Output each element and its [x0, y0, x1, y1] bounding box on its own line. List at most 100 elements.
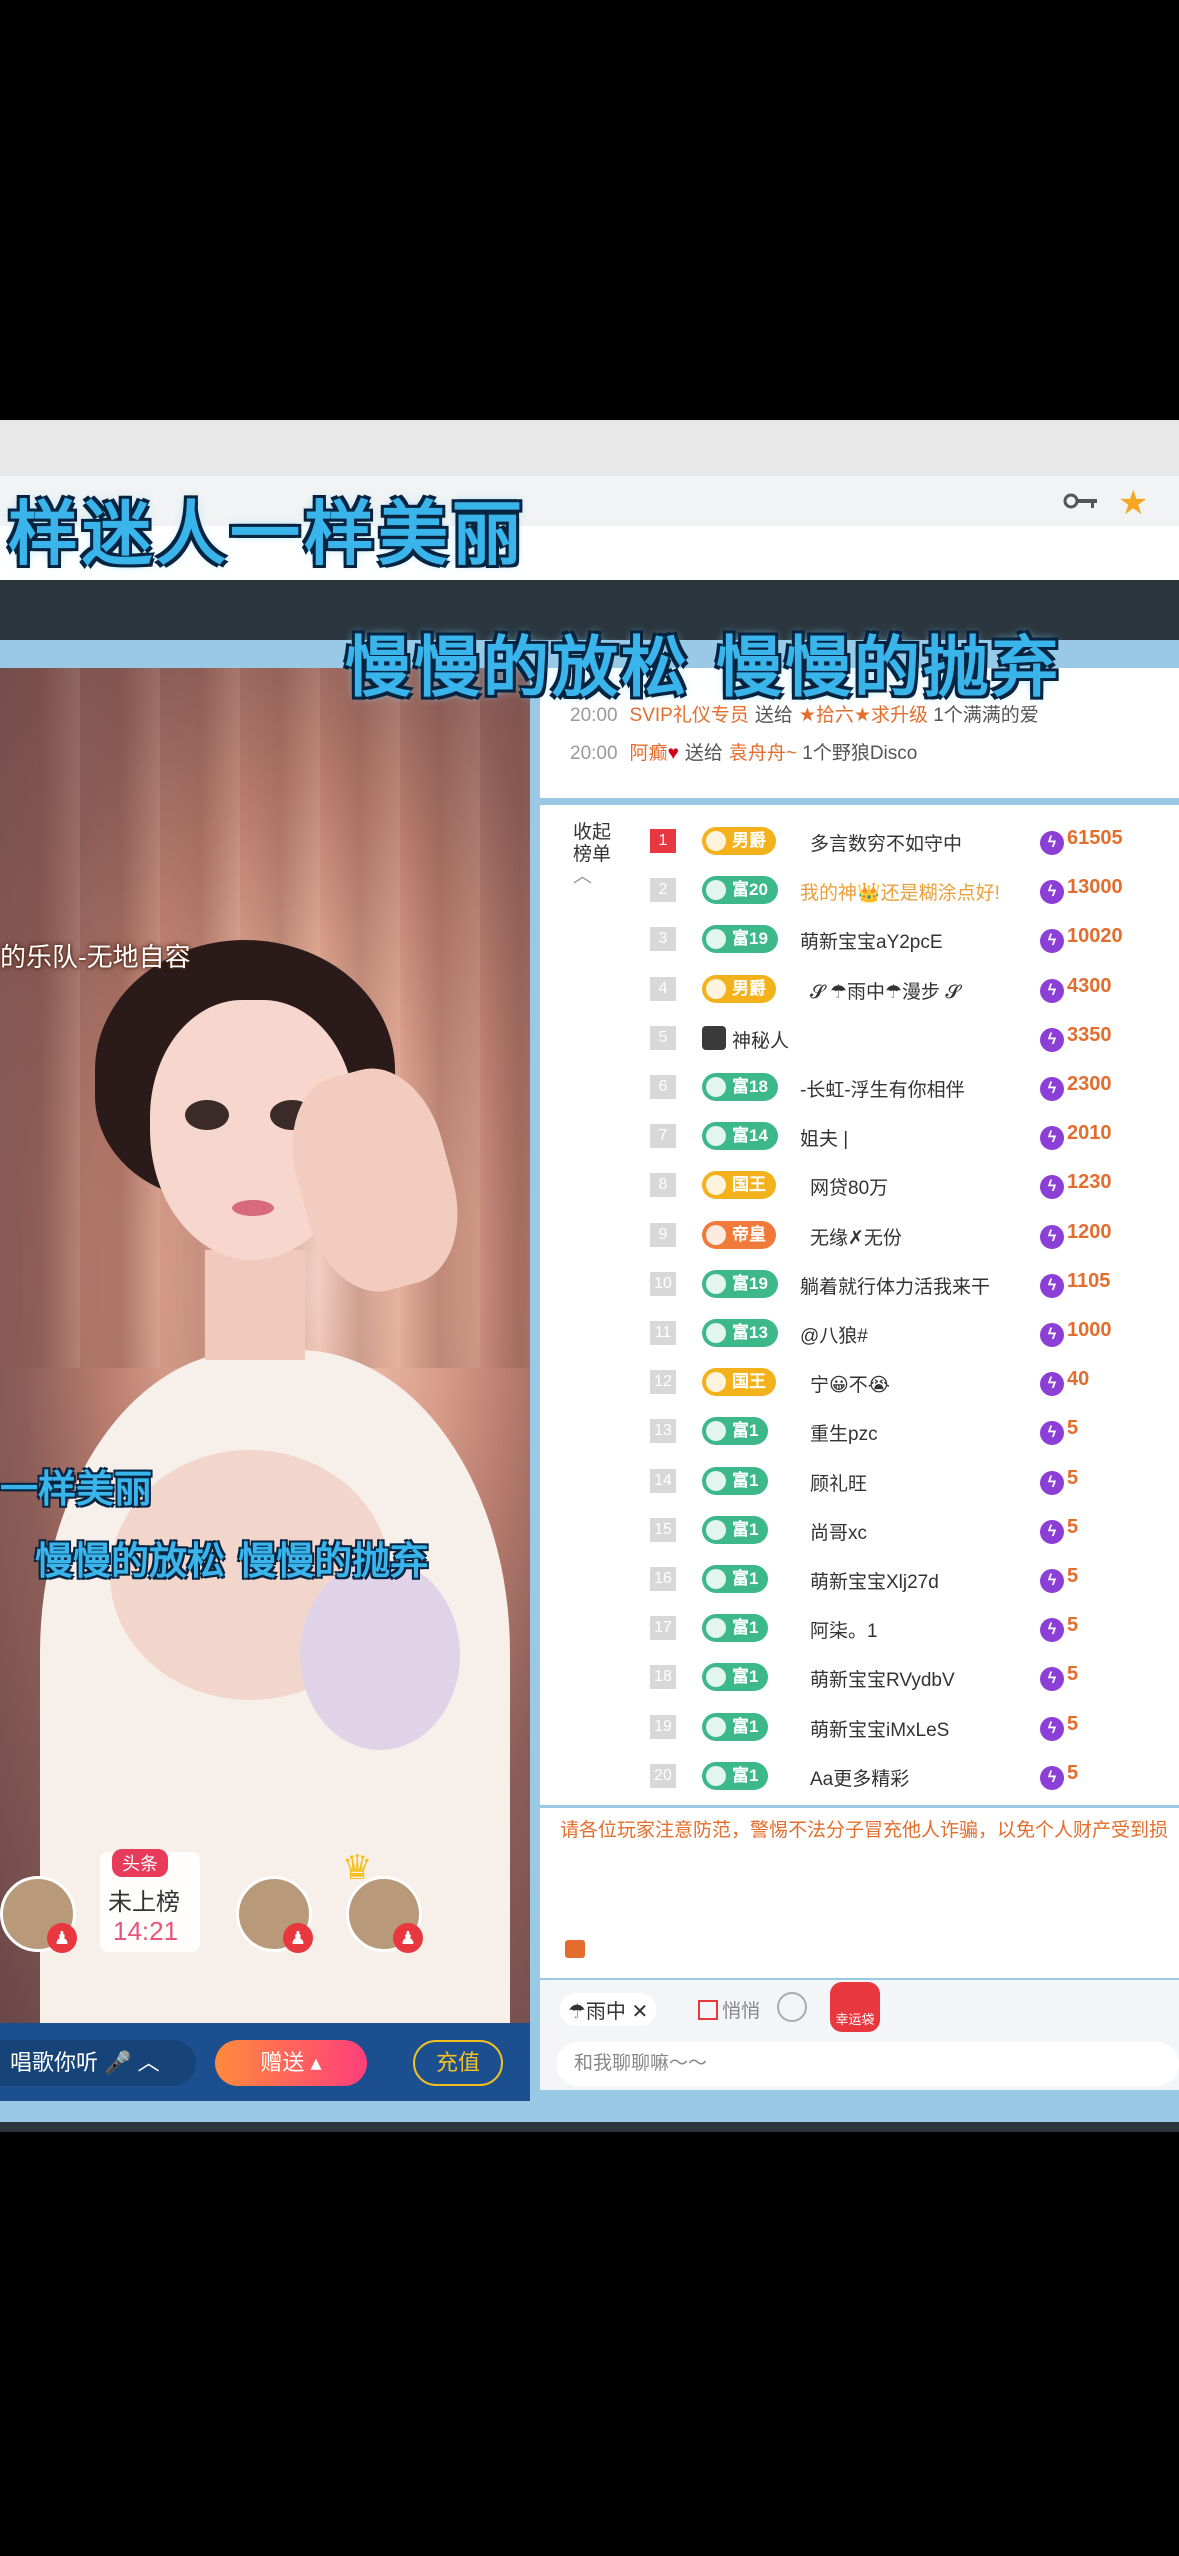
lightning-icon: ϟ [1040, 1470, 1064, 1495]
rank-score-value: 3350 [1067, 1023, 1112, 1046]
sofa-icon: ♟ [283, 1923, 313, 1953]
rank-user-name[interactable]: 我的神👑还是糊涂点好! [800, 878, 1000, 905]
bookmark-star-icon[interactable]: ★ [1118, 483, 1148, 523]
rank-user-name[interactable]: 顾礼旺 [810, 1469, 867, 1496]
plush-toy [300, 1560, 460, 1750]
lightning-icon: ϟ [1040, 880, 1064, 905]
ranking-row[interactable]: 18 富1 萌新宝宝RVydbV ϟ 5 [540, 1653, 1179, 1702]
rank-user-name[interactable]: 尚哥xc [810, 1518, 867, 1545]
rank-level-badge: 富1 [702, 1663, 769, 1692]
rank-level-badge: 富19 [702, 925, 778, 954]
ranking-row[interactable]: 16 富1 萌新宝宝Xlj27d ϟ 5 [540, 1555, 1179, 1604]
rank-number: 19 [650, 1714, 676, 1739]
ranking-row[interactable]: 5 神秘人 ϟ 3350 [540, 1014, 1179, 1063]
sofa-icon: ♟ [47, 1923, 77, 1953]
rank-number: 10 [650, 1271, 676, 1296]
ranking-row[interactable]: 8 国王 网贷80万 ϟ 1230 [540, 1161, 1179, 1210]
ranking-row[interactable]: 10 富19 躺着就行体力活我来干 ϟ 1105 [540, 1260, 1179, 1309]
rank-user-name[interactable]: Aa更多精彩 [810, 1764, 909, 1791]
rank-user-name[interactable]: @八狼# [800, 1321, 868, 1348]
ranking-row[interactable]: 13 富1 重生pzc ϟ 5 [540, 1407, 1179, 1456]
gift-send-button[interactable]: 赠送 ▴ [215, 2040, 367, 2086]
rank-user-name[interactable]: 姐夫 | [800, 1124, 848, 1151]
rank-score-value: 10020 [1067, 925, 1123, 948]
rank-user-name[interactable]: 躺着就行体力活我来干 [800, 1272, 990, 1299]
chat-target-chip[interactable]: ☂雨中 ✕ [560, 1993, 657, 2026]
speaker-icon[interactable] [565, 1940, 585, 1958]
rank-user-name[interactable]: 神秘人 [732, 1026, 789, 1053]
rank-user-name[interactable]: 重生pzc [810, 1419, 878, 1446]
ranking-row[interactable]: 14 富1 顾礼旺 ϟ 5 [540, 1457, 1179, 1506]
ranking-row[interactable]: 20 富1 Aa更多精彩 ϟ 5 [540, 1752, 1179, 1801]
feed-receiver[interactable]: 袁舟舟~ [729, 743, 797, 764]
rank-score-value: 5 [1067, 1565, 1079, 1587]
ranking-row[interactable]: 7 富14 姐夫 | ϟ 2010 [540, 1112, 1179, 1161]
rank-user-name[interactable]: 萌新宝宝Xlj27d [810, 1567, 939, 1594]
ranking-row[interactable]: 1 男爵 多言数穷不如守中 ϟ 61505 [540, 817, 1179, 866]
rank-score: ϟ5 [1040, 1762, 1078, 1790]
rank-number: 14 [650, 1468, 676, 1493]
ranking-row[interactable]: 19 富1 萌新宝宝iMxLeS ϟ 5 [540, 1703, 1179, 1752]
rank-score: ϟ 1105 [1040, 1270, 1110, 1298]
ranking-row[interactable]: 11 富13 @八狼# ϟ 1000 [540, 1309, 1179, 1358]
feed-sender[interactable]: 阿癫 [630, 743, 668, 764]
emoji-icon[interactable] [777, 1992, 807, 2022]
rank-score: ϟ5 [1040, 1565, 1078, 1593]
headline-status: 未上榜 [108, 1889, 180, 1916]
seat-avatar[interactable]: ♟ [0, 1876, 77, 1953]
rank-user-name[interactable]: 𝓢 ☂雨中☂漫步 𝓢 [810, 977, 960, 1004]
song-button-label: 唱歌你听 [10, 2050, 99, 2075]
rank-user-name[interactable]: 阿柒。1 [810, 1616, 878, 1643]
rank-user-name[interactable]: 萌新宝宝iMxLeS [810, 1715, 949, 1742]
rank-number: 18 [650, 1665, 676, 1690]
crown-icon: ♛ [342, 1849, 373, 1887]
ranking-row[interactable]: 3 富19 萌新宝宝aY2pcE ϟ 10020 [540, 915, 1179, 964]
rank-score: ϟ 4300 [1040, 975, 1112, 1003]
sofa-icon: ♟ [393, 1923, 423, 1953]
rank-level-badge: 富1 [702, 1761, 769, 1790]
mystery-user-icon [702, 1025, 726, 1050]
whisper-checkbox[interactable] [698, 2000, 718, 2020]
whisper-toggle[interactable]: 悄悄 [698, 1996, 760, 2023]
current-song-name: 的乐队-无地自容 [0, 942, 191, 972]
rank-score: ϟ 2010 [1040, 1122, 1112, 1151]
ranking-row[interactable]: 9 帝皇 无缘✗无份 ϟ 1200 [540, 1211, 1179, 1260]
page-bottom-band [0, 2122, 1179, 2132]
rank-user-name[interactable]: 萌新宝宝aY2pcE [800, 927, 943, 954]
collapse-ranking-button[interactable]: 收起榜单 ︿ [573, 822, 613, 888]
rank-number: 7 [650, 1124, 676, 1149]
seat-avatar[interactable]: ♟ [236, 1876, 313, 1953]
rank-level-badge: 富1 [702, 1614, 769, 1643]
key-icon[interactable] [1063, 490, 1099, 512]
rank-user-name[interactable]: 多言数穷不如守中 [810, 829, 962, 856]
ranking-row[interactable]: 15 富1 尚哥xc ϟ 5 [540, 1506, 1179, 1555]
rank-score-value: 4300 [1067, 974, 1112, 997]
rank-score-value: 1105 [1067, 1269, 1111, 1292]
ranking-panel: 1 男爵 多言数穷不如守中 ϟ 61505 2 富20 我的神👑还是糊涂点好! ϟ 13000 3 富… [540, 805, 1179, 1805]
ranking-row[interactable]: 17 富1 阿柒。1 ϟ 5 [540, 1604, 1179, 1653]
rank-user-name[interactable]: 网贷80万 [810, 1173, 888, 1200]
rank-user-name[interactable]: 无缘✗无份 [810, 1223, 902, 1250]
lightning-icon: ϟ [1040, 1618, 1064, 1643]
lightning-icon: ϟ [1040, 1027, 1064, 1052]
recharge-button[interactable]: 充值 [413, 2040, 503, 2086]
rank-score: ϟ 2300 [1040, 1073, 1112, 1101]
request-song-button[interactable]: 唱歌你听 🎤 ︿ [0, 2040, 196, 2086]
chat-input[interactable]: 和我聊聊嘛～～ [556, 2042, 1179, 2086]
streamer-figure-detail [232, 1200, 274, 1216]
lightning-icon: ϟ [1040, 1421, 1064, 1446]
lyric-overlay-line1: 样迷人一样美丽 [8, 492, 526, 575]
ranking-row[interactable]: 2 富20 我的神👑还是糊涂点好! ϟ 13000 [540, 866, 1179, 915]
rank-level-badge: 富19 [702, 1269, 778, 1298]
gift-feed-row: 20:00 阿癫♥ 送给 袁舟舟~ 1个野狼Disco [570, 738, 917, 765]
rank-score: ϟ 13000 [1040, 876, 1123, 905]
lucky-bag-button[interactable]: 幸运袋 [830, 1982, 880, 2032]
ranking-row[interactable]: 12 国王 宁😀不😭 ϟ 40 [540, 1358, 1179, 1407]
rank-number: 2 [650, 878, 676, 903]
ranking-row[interactable]: 6 富18 -长虹-浮生有你相伴 ϟ 2300 [540, 1063, 1179, 1112]
rank-user-name[interactable]: -长虹-浮生有你相伴 [800, 1075, 965, 1102]
ranking-row[interactable]: 4 男爵 𝓢 ☂雨中☂漫步 𝓢 ϟ 4300 [540, 965, 1179, 1014]
rank-user-name[interactable]: 宁😀不😭 [810, 1370, 890, 1397]
rank-level-badge: 富13 [702, 1319, 778, 1347]
rank-user-name[interactable]: 萌新宝宝RVydbV [810, 1665, 955, 1692]
